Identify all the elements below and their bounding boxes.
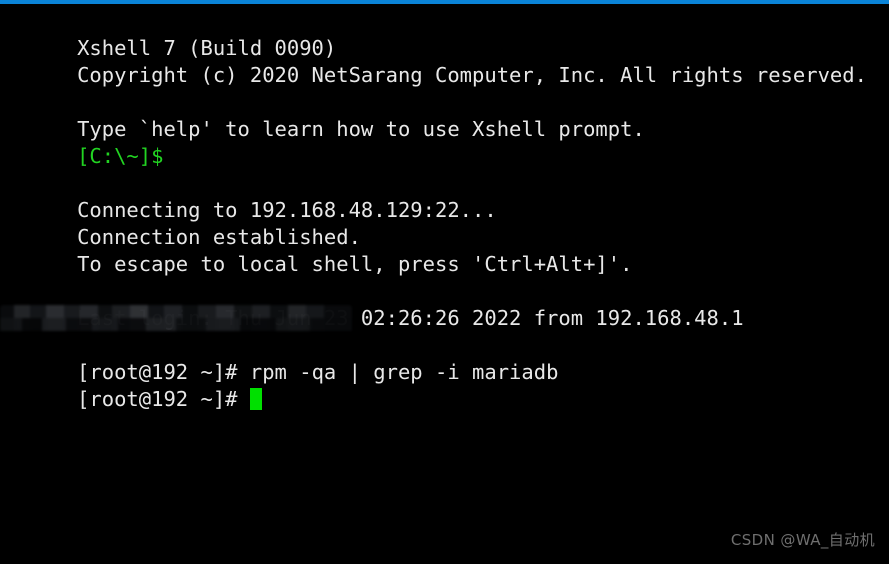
watermark-label: CSDN @WA_自动机 [730,531,875,549]
escape-hint-message: To escape to local shell, press 'Ctrl+Al… [77,252,633,276]
shell-prompt-current: [root@192 ~]# [77,387,250,411]
redaction-mosaic-overlay [0,305,352,331]
xshell-terminal-window: Xshell 7 (Build 0090) Copyright (c) 2020… [0,0,889,564]
connection-established-message: Connection established. [77,225,361,249]
text-cursor [249,388,262,410]
shell-command: rpm -qa | grep -i mariadb [249,360,559,384]
terminal-output-area[interactable]: Xshell 7 (Build 0090) Copyright (c) 2020… [0,4,889,564]
banner-help-hint: Type `help' to learn how to use Xshell p… [77,117,645,141]
banner-title-line: Xshell 7 (Build 0090) [3,8,889,60]
command-line-executed: [root@192 ~]# rpm -qa | grep -i mariadb [3,332,889,384]
banner-copyright: Copyright (c) 2020 NetSarang Computer, I… [77,63,867,87]
banner-help-hint-line: Type `help' to learn how to use Xshell p… [3,89,889,141]
connecting-message: Connecting to 192.168.48.129:22... [77,198,497,222]
banner-title: Xshell 7 (Build 0090) [77,36,337,60]
shell-prompt: [root@192 ~]# [77,360,250,384]
last-login-line: Last login: Thu Jun 23 02:26:26 2022 fro… [3,278,889,330]
local-shell-prompt: [C:\~]$ [77,144,164,168]
connecting-line: Connecting to 192.168.48.129:22... [3,170,889,222]
